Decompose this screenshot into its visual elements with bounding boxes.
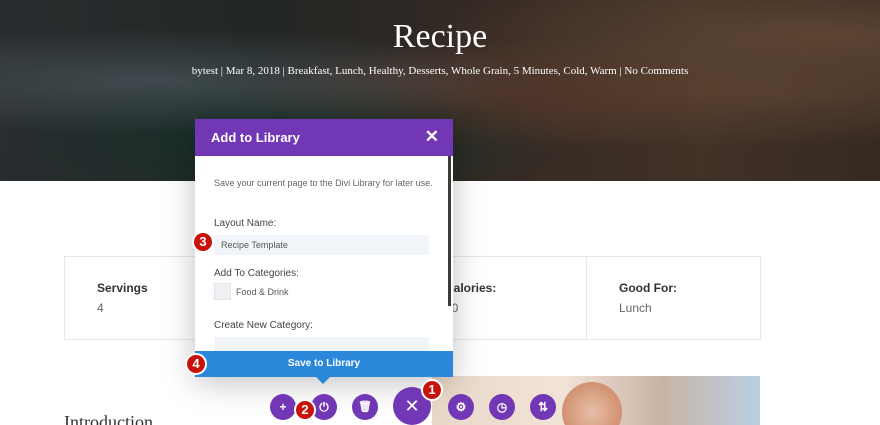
category-option-label: Food & Drink: [236, 287, 289, 297]
post-meta: bytest | Mar 8, 2018 | Breakfast, Lunch,…: [191, 65, 689, 77]
trash-icon[interactable]: 🗑: [352, 394, 378, 420]
new-category-input[interactable]: [214, 337, 429, 351]
save-to-library-button[interactable]: Save to Library: [195, 351, 453, 377]
step-marker-2: 2: [294, 399, 316, 421]
info-cell-good-for: Good For: Lunch: [587, 257, 760, 339]
modal-body[interactable]: Save your current page to the Divi Libra…: [195, 156, 449, 351]
layout-name-label: Layout Name:: [214, 218, 277, 229]
categories-label: Add To Categories:: [214, 268, 299, 279]
modal-scrollbar[interactable]: [448, 156, 451, 306]
save-bar-pointer: [316, 377, 330, 384]
portability-icon[interactable]: ⇅: [530, 394, 556, 420]
info-label: Servings: [97, 281, 148, 295]
history-icon[interactable]: ◷: [489, 394, 515, 420]
step-marker-3: 3: [192, 231, 214, 253]
category-checkbox[interactable]: [214, 283, 231, 300]
new-category-label: Create New Category:: [214, 320, 313, 331]
modal-title: Add to Library: [211, 130, 300, 145]
settings-icon[interactable]: ⚙: [448, 394, 474, 420]
modal-description: Save your current page to the Divi Libra…: [214, 178, 433, 188]
step-marker-1: 1: [421, 379, 443, 401]
close-icon[interactable]: ✕: [425, 127, 439, 147]
page-title: Recipe: [392, 18, 488, 55]
info-value: Lunch: [619, 301, 652, 315]
info-label: Good For:: [619, 281, 677, 295]
add-icon[interactable]: +: [270, 394, 296, 420]
info-value: 4: [97, 301, 104, 315]
modal-header: Add to Library ✕: [195, 119, 453, 156]
add-to-library-modal: Add to Library ✕ Save your current page …: [195, 119, 453, 377]
step-marker-4: 4: [185, 353, 207, 375]
recipe-photo: [432, 376, 760, 425]
layout-name-input[interactable]: [214, 235, 429, 255]
introduction-heading: Introduction: [64, 412, 153, 425]
